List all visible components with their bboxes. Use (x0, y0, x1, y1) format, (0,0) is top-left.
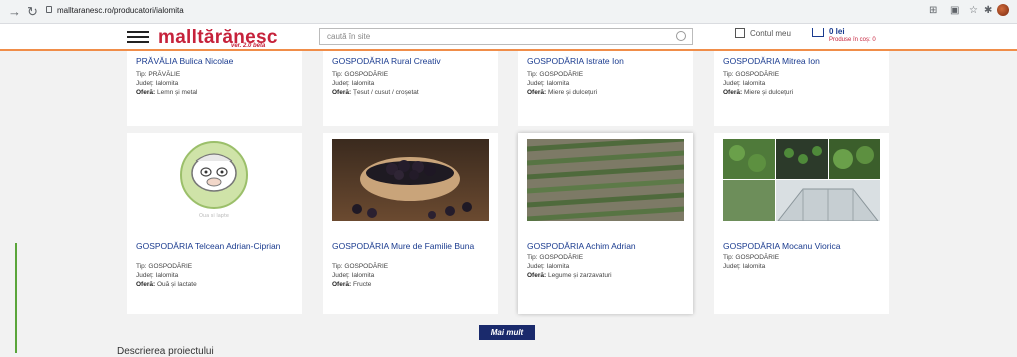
producer-county: Județ: Ialomita (527, 80, 570, 87)
producer-name[interactable]: GOSPODĂRIA Mocanu Viorica (723, 242, 840, 251)
producer-county: Județ: Ialomita (723, 263, 766, 270)
menu-icon[interactable] (127, 31, 149, 44)
producer-card[interactable]: Oua si lapte GOSPODĂRIA Telcean Adrian-C… (127, 133, 302, 314)
account-link[interactable]: Contul meu (750, 29, 791, 38)
cart-icon[interactable] (812, 28, 824, 37)
cart-count: Produse în coș: 0 (829, 37, 876, 43)
logo-version: ver. 2.0 beta (231, 43, 266, 49)
producer-offer: Oferă: Miere și dulcețuri (723, 89, 794, 96)
producer-type: Tip: GOSPODĂRIE (527, 71, 584, 78)
producer-image[interactable] (332, 139, 489, 221)
producer-offer: Oferă: Ouă și lactate (136, 281, 197, 288)
producer-offer: Oferă: Țesut / cusut / croșetat (332, 89, 419, 96)
extension-icon[interactable]: ▣ (950, 5, 959, 16)
star-icon[interactable]: ☆ (969, 5, 978, 16)
producer-type: Tip: GOSPODĂRIE (723, 254, 780, 261)
load-more-button[interactable]: Mai mult (479, 325, 535, 340)
producer-name[interactable]: GOSPODĂRIA Telcean Adrian-Ciprian (136, 242, 296, 251)
producer-name[interactable]: GOSPODĂRIA Mitrea Ion (723, 57, 820, 66)
puzzle-icon[interactable]: ✱ (984, 5, 992, 16)
reload-icon[interactable]: ↻ (27, 4, 38, 20)
producer-offer: Oferă: Legume și zarzavaturi (527, 272, 612, 279)
profile-avatar[interactable] (997, 4, 1009, 16)
producer-image[interactable]: Oua si lapte (136, 139, 293, 221)
producer-county: Județ: Ialomita (332, 80, 375, 87)
producer-county: Județ: Ialomita (723, 80, 766, 87)
producer-type: Tip: GOSPODĂRIE (136, 263, 193, 270)
extension-icon[interactable]: ⊞ (929, 5, 937, 16)
search-placeholder: caută în site (327, 32, 371, 41)
search-icon[interactable] (676, 31, 686, 41)
address-bar[interactable]: malltaranesc.ro/producatori/ialomita (57, 6, 184, 15)
producer-name[interactable]: GOSPODĂRIA Istrate Ion (527, 57, 624, 66)
search-input[interactable]: caută în site (319, 28, 693, 45)
producer-card[interactable]: GOSPODĂRIA Mitrea Ion Tip: GOSPODĂRIE Ju… (714, 51, 889, 126)
producer-image[interactable] (527, 139, 684, 221)
producer-card[interactable]: GOSPODĂRIA Rural Creativ Tip: GOSPODĂRIE… (323, 51, 498, 126)
producer-name[interactable]: GOSPODĂRIA Achim Adrian (527, 242, 636, 251)
producer-county: Județ: Ialomita (136, 272, 179, 279)
producer-card[interactable]: GOSPODĂRIA Istrate Ion Tip: GOSPODĂRIE J… (518, 51, 693, 126)
svg-text:Oua si lapte: Oua si lapte (199, 213, 229, 219)
producer-card[interactable]: GOSPODĂRIA Mure de Familie Buna Tip: GOS… (323, 133, 498, 314)
left-accent-bar (15, 243, 17, 353)
producer-card[interactable]: PRĂVĂLIA Bulica Nicolae Tip: PRĂVĂLIE Ju… (127, 51, 302, 126)
producer-name[interactable]: PRĂVĂLIA Bulica Nicolae (136, 57, 233, 66)
producer-card[interactable]: GOSPODĂRIA Achim Adrian Tip: GOSPODĂRIE … (518, 133, 693, 314)
lock-icon[interactable] (46, 6, 52, 13)
back-icon[interactable]: → (8, 4, 21, 19)
producer-image[interactable] (723, 139, 880, 221)
section-title: Descrierea proiectului (117, 346, 214, 357)
producer-type: Tip: GOSPODĂRIE (332, 263, 389, 270)
producer-type: Tip: GOSPODĂRIE (332, 71, 389, 78)
producer-offer: Oferă: Fructe (332, 281, 372, 288)
producer-type: Tip: GOSPODĂRIE (723, 71, 780, 78)
producer-name[interactable]: GOSPODĂRIA Rural Creativ (332, 57, 441, 66)
producer-card[interactable]: GOSPODĂRIA Mocanu Viorica Tip: GOSPODĂRI… (714, 133, 889, 314)
account-icon[interactable] (735, 28, 745, 38)
producer-county: Județ: Ialomita (332, 272, 375, 279)
producer-type: Tip: PRĂVĂLIE (136, 71, 181, 78)
producer-name[interactable]: GOSPODĂRIA Mure de Familie Buna (332, 242, 492, 251)
producer-county: Județ: Ialomita (527, 263, 570, 270)
producer-type: Tip: GOSPODĂRIE (527, 254, 584, 261)
cart-total[interactable]: 0 lei (829, 27, 845, 36)
producer-offer: Oferă: Miere și dulcețuri (527, 89, 598, 96)
producer-county: Județ: Ialomita (136, 80, 179, 87)
producer-offer: Oferă: Lemn și metal (136, 89, 198, 96)
browser-toolbar: → ↻ malltaranesc.ro/producatori/ialomita… (0, 0, 1017, 24)
